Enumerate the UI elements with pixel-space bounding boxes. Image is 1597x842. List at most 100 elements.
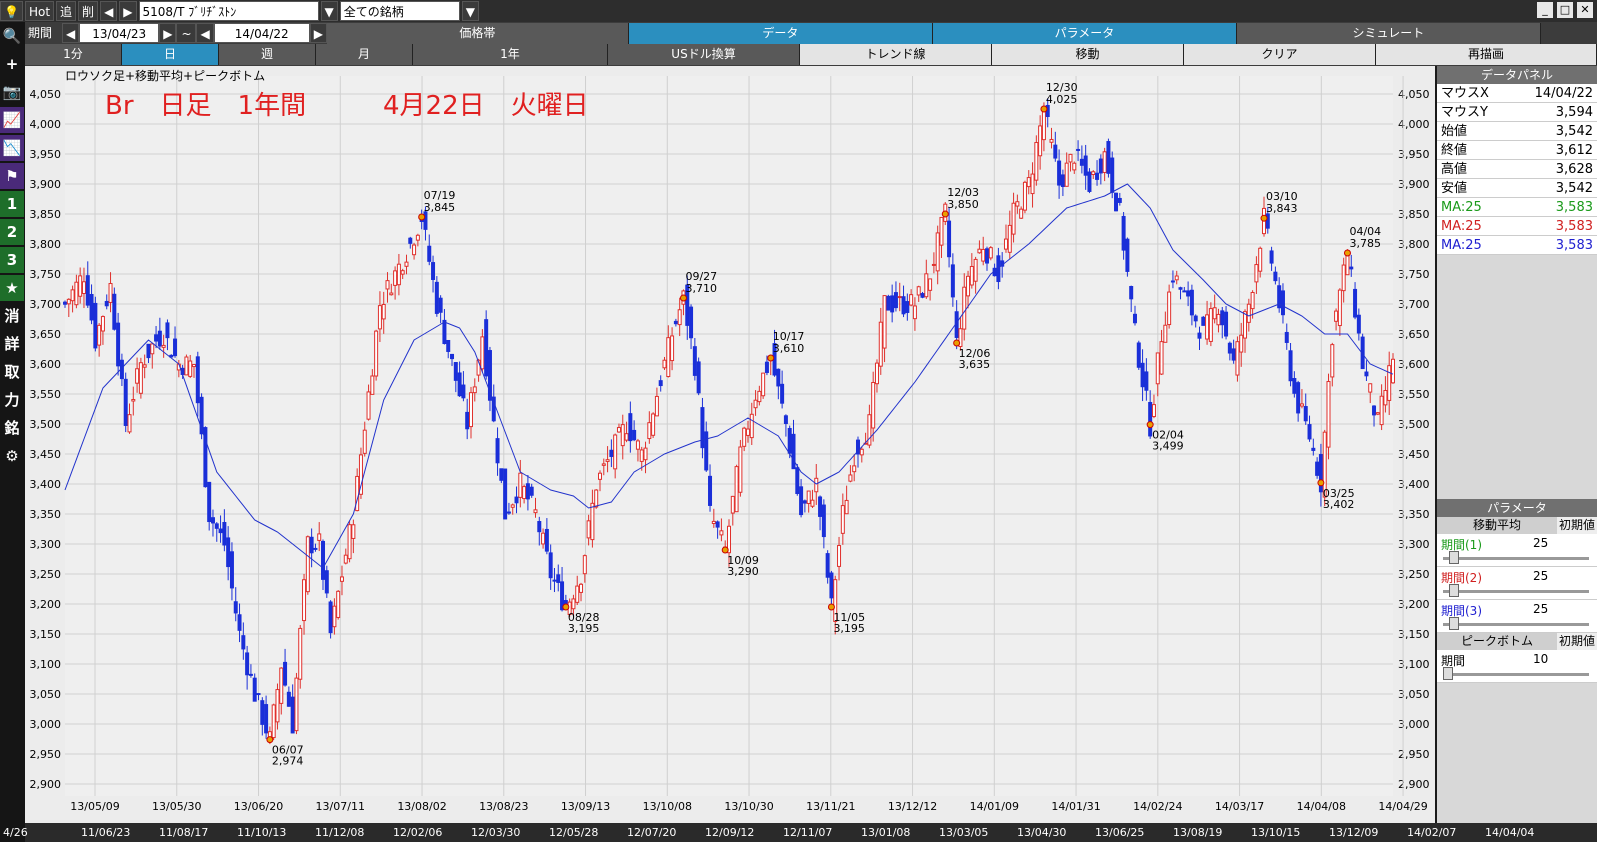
candle-body [290, 696, 295, 734]
side-tool-9[interactable]: ★ [0, 275, 24, 301]
side-tool-1[interactable]: + [0, 51, 24, 77]
candle-body [814, 477, 819, 493]
bulb-icon[interactable]: 💡 [0, 1, 23, 21]
data-panel: データパネル マウスX 14/04/22 マウスY 3,594 始値 3,542 終値 3,6… [1437, 66, 1597, 823]
candle-chart[interactable]: 2,900 2,9002,950 2,9503,000 3,0003,050 3,050… [25, 66, 1435, 823]
side-tool-8[interactable]: 3 [0, 247, 24, 273]
tab-1year[interactable]: 1年 [413, 44, 608, 65]
side-tool-5[interactable]: ⚑ [0, 163, 24, 189]
tab-price-band[interactable]: 価格帯 [326, 22, 629, 44]
pb-period-value[interactable]: 10 [1533, 652, 1548, 666]
side-tool-7[interactable]: 2 [0, 219, 24, 245]
slider-thumb[interactable] [1449, 551, 1459, 564]
trendline-button[interactable]: トレンド線 [800, 44, 992, 65]
candle-body [1182, 290, 1187, 293]
x-tick-label: 14/04/29 [1378, 800, 1427, 813]
candle-body [662, 359, 667, 369]
hot-button[interactable]: Hot [24, 1, 55, 21]
ma-init-button[interactable]: 初期値 [1557, 517, 1597, 534]
redraw-button[interactable]: 再描画 [1376, 44, 1597, 65]
pb-slider-thumb[interactable] [1443, 667, 1453, 680]
candle-body [412, 244, 417, 256]
candle-body [939, 216, 944, 246]
next-arrow-icon[interactable]: ▶ [119, 1, 137, 21]
period-value[interactable]: 25 [1533, 602, 1548, 616]
minimize-icon[interactable]: _ [1537, 2, 1553, 18]
to-prev-icon[interactable]: ◀ [196, 23, 214, 43]
candle-body [708, 475, 713, 506]
candle-body [362, 429, 367, 454]
from-date-input[interactable]: 13/04/23 [79, 23, 160, 43]
slider-thumb[interactable] [1449, 617, 1459, 630]
side-tool-0[interactable]: 🔍 [0, 23, 24, 49]
chart-area[interactable]: 2,900 2,900 2,950 2,950 3,000 3,000 3,050 3,050… [25, 66, 1435, 823]
side-tool-13[interactable]: 力 [0, 387, 24, 413]
candle-body [1072, 162, 1077, 171]
add-button[interactable]: 追 [56, 1, 77, 21]
candle-body [127, 414, 132, 433]
to-date-input[interactable]: 14/04/22 [213, 23, 310, 43]
pb-init-button[interactable]: 初期値 [1557, 633, 1597, 650]
prev-arrow-icon[interactable]: ◀ [100, 1, 118, 21]
x-tick-label: 14/02/24 [1133, 800, 1182, 813]
close-icon[interactable]: ✕ [1577, 2, 1593, 18]
candle-body [389, 292, 394, 296]
y-tick-label: 3,200 [30, 598, 62, 611]
side-tool-2[interactable]: 📷 [0, 79, 24, 105]
y-tick-label: 3,450 [30, 448, 62, 461]
side-tool-3[interactable]: 📈 [0, 107, 24, 133]
side-tool-15[interactable]: ⚙ [0, 443, 24, 469]
y-tick-label: 3,300 [30, 538, 62, 551]
from-next-icon[interactable]: ▶ [159, 23, 177, 43]
delete-button[interactable]: 削 [78, 1, 99, 21]
symbol-dropdown-icon[interactable]: ▼ [320, 1, 338, 21]
peak-value: 3,843 [1266, 202, 1298, 215]
side-tool-11[interactable]: 詳 [0, 331, 24, 357]
group-dropdown-icon[interactable]: ▼ [461, 1, 479, 21]
ma-period-slider[interactable]: 期間(1) 25 [1437, 534, 1597, 567]
period-value[interactable]: 25 [1533, 536, 1548, 550]
candle-body [871, 382, 876, 429]
candle-body [1178, 287, 1183, 290]
candle-body [434, 281, 439, 314]
to-next-icon[interactable]: ▶ [309, 23, 327, 43]
history-scrollbar[interactable]: 4/26 11/06/23 11/08/17 11/10/13 11/12/08 12/0… [3, 823, 1597, 842]
ma-period-slider[interactable]: 期間(2) 25 [1437, 567, 1597, 600]
tab-weekly[interactable]: 週 [219, 44, 316, 65]
slider-thumb[interactable] [1449, 584, 1459, 597]
tab-parameter[interactable]: パラメータ [932, 22, 1237, 44]
side-tool-4[interactable]: 📉 [0, 135, 24, 161]
candle-body [438, 297, 443, 313]
side-tool-10[interactable]: 消 [0, 303, 24, 329]
candle-body [890, 295, 895, 313]
tab-data[interactable]: データ [628, 22, 933, 44]
x-tick-label: 13/10/30 [724, 800, 773, 813]
move-button[interactable]: 移動 [992, 44, 1184, 65]
side-tool-14[interactable]: 銘 [0, 415, 24, 441]
tab-simulate[interactable]: シミュレート [1236, 22, 1541, 44]
period-value[interactable]: 25 [1533, 569, 1548, 583]
x-tick-label: 13/05/09 [70, 800, 119, 813]
candle-body [400, 270, 405, 275]
usd-button[interactable]: USドル換算 [608, 44, 800, 65]
candle-body [450, 353, 455, 360]
y-tick-label: 3,750 [30, 268, 62, 281]
tab-daily[interactable]: 日 [122, 44, 219, 65]
ma-period-slider[interactable]: 期間(3) 25 [1437, 600, 1597, 633]
candle-body [677, 309, 682, 326]
group-select[interactable]: 全ての銘柄 [339, 1, 460, 21]
side-tool-12[interactable]: 取 [0, 359, 24, 385]
symbol-input[interactable]: 5108/T ﾌﾞﾘﾁﾞｽﾄﾝ [138, 1, 319, 21]
candle-body [173, 338, 178, 357]
maximize-icon[interactable]: □ [1557, 2, 1573, 18]
side-tool-6[interactable]: 1 [0, 191, 24, 217]
from-prev-icon[interactable]: ◀ [62, 23, 80, 43]
y-tick-label: 4,000 [30, 118, 62, 131]
clear-button[interactable]: クリア [1184, 44, 1376, 65]
pb-period-slider[interactable]: 期間 10 [1437, 650, 1597, 683]
candle-body [336, 590, 341, 618]
candle-body [537, 521, 542, 533]
panel-row: マウスY 3,594 [1437, 103, 1597, 122]
tab-monthly[interactable]: 月 [316, 44, 413, 65]
tab-1min[interactable]: 1分 [25, 44, 122, 65]
